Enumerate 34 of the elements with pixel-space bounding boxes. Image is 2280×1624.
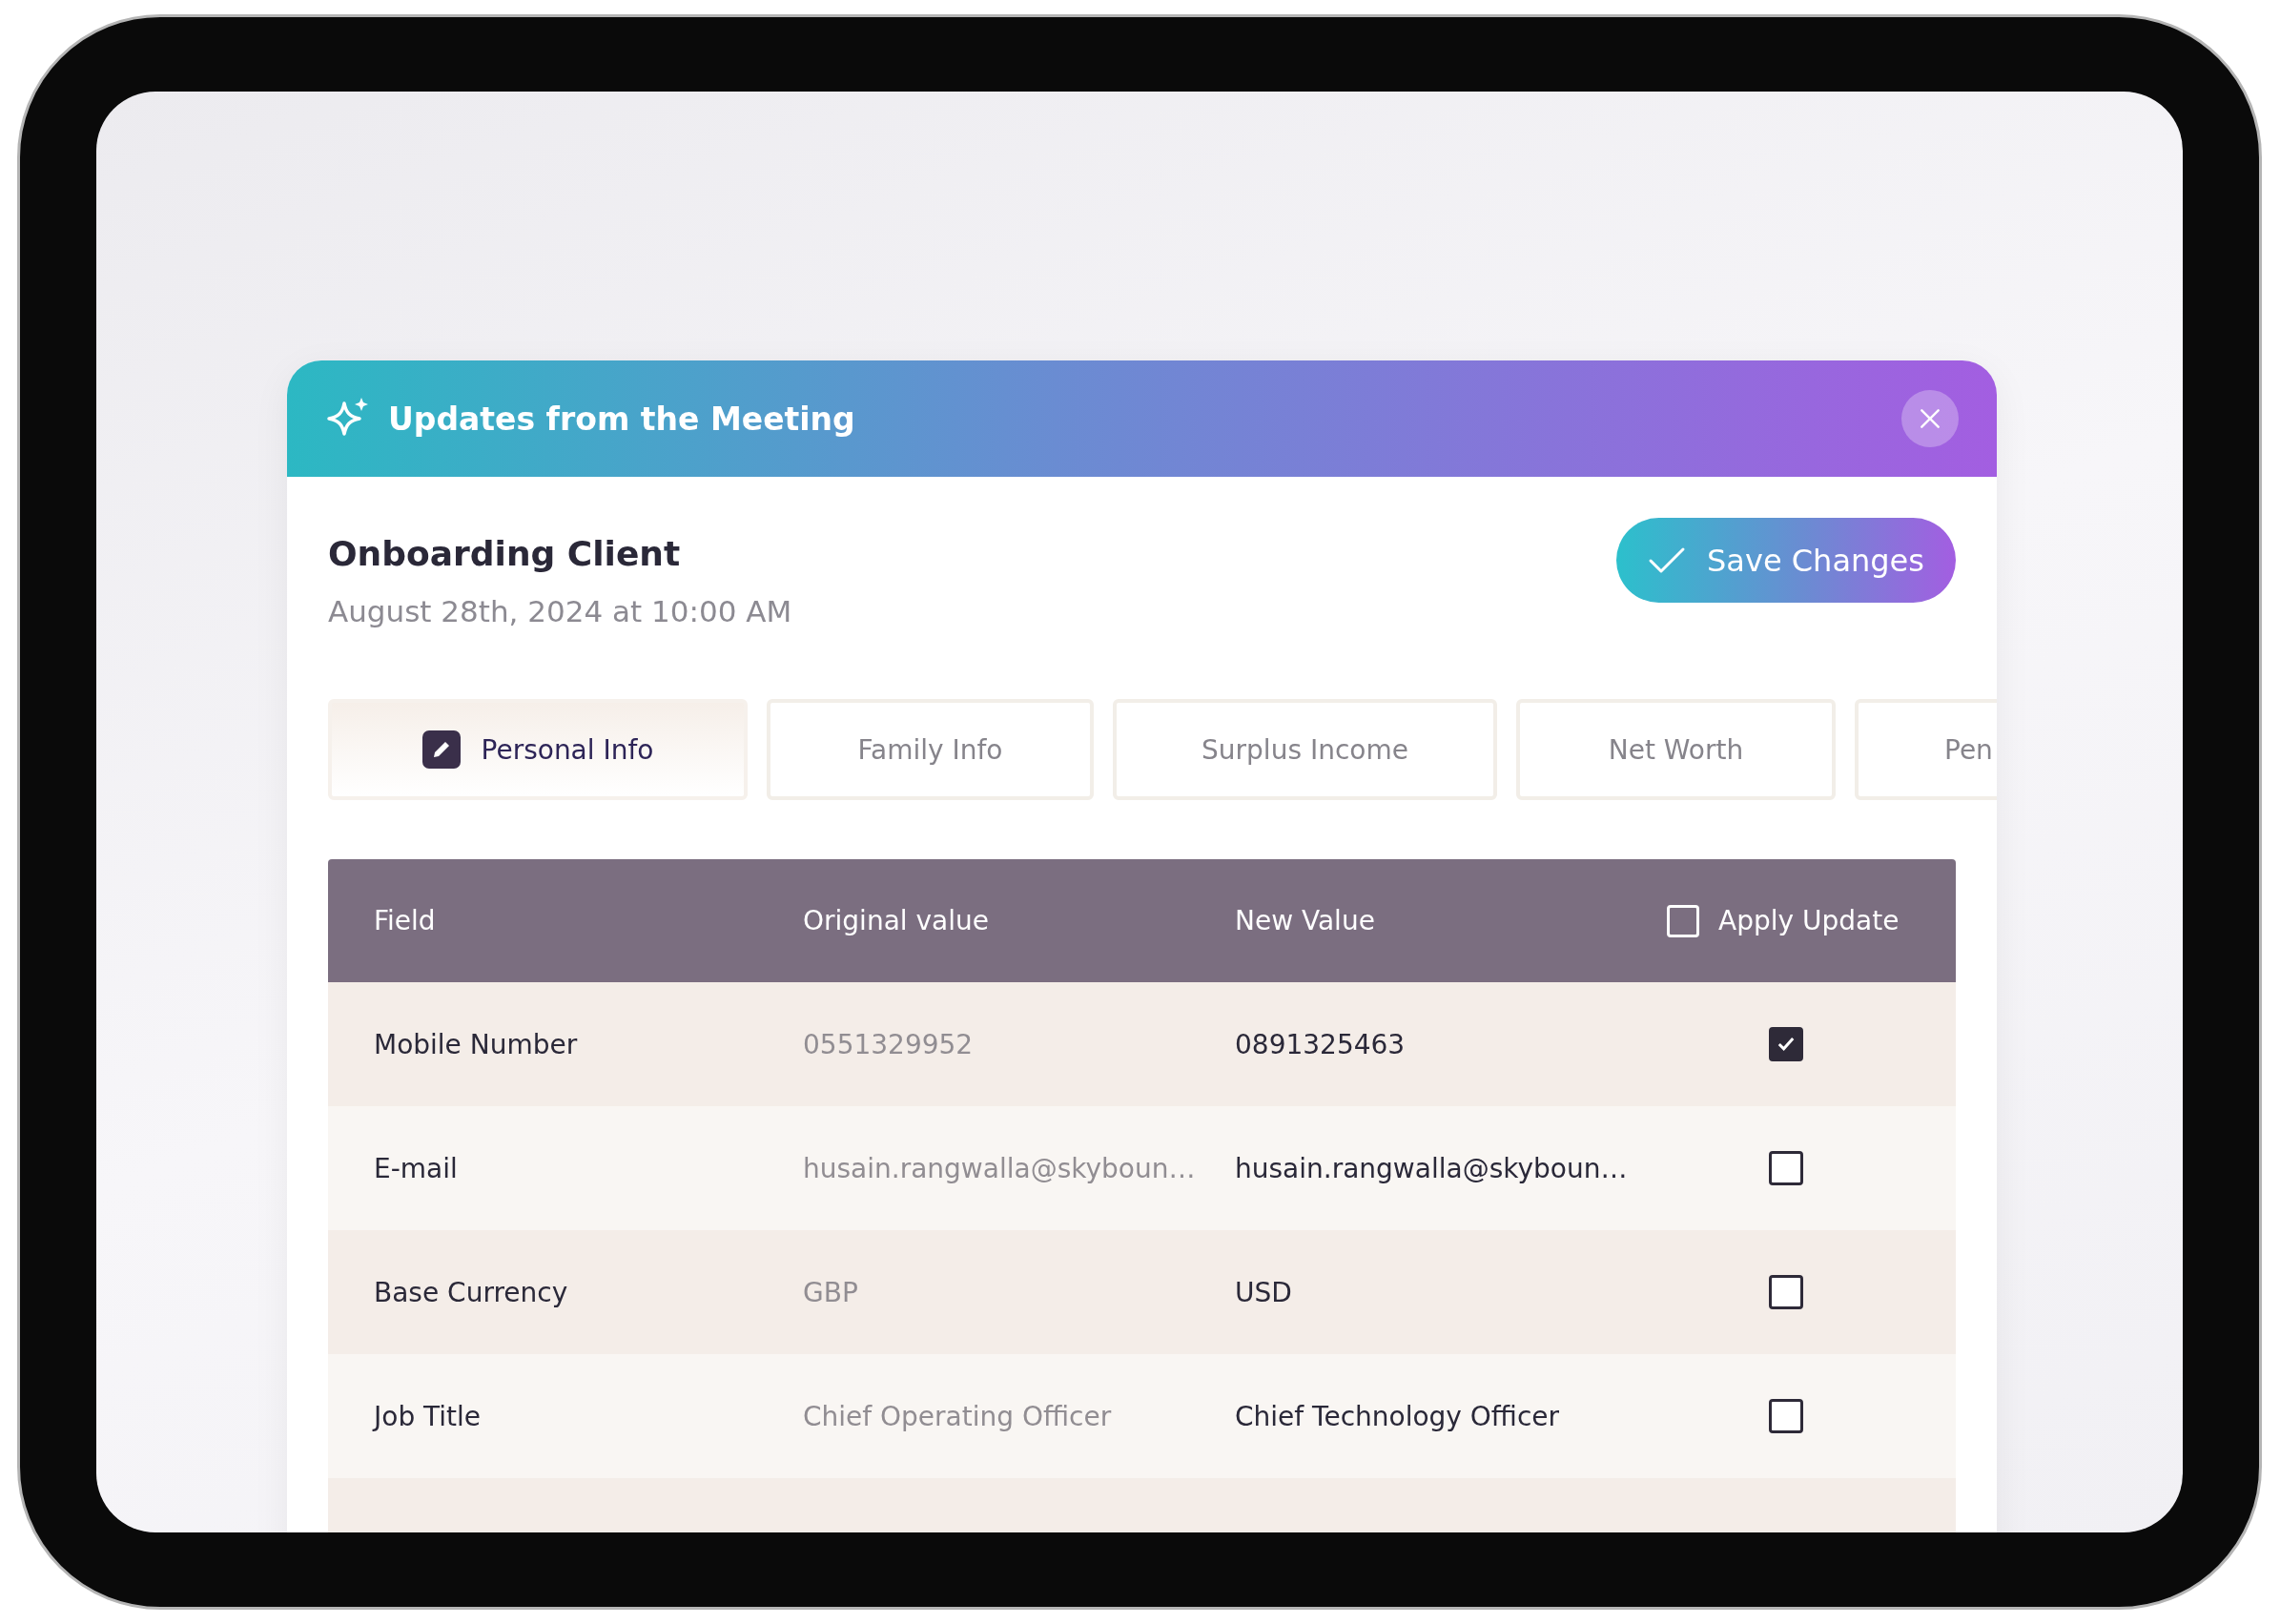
new-value: Chief Technology Officer — [1235, 1400, 1561, 1432]
field-name: Job Title — [371, 1400, 483, 1432]
checkmark-icon — [1648, 545, 1687, 575]
field-name: Base Currency — [373, 1276, 569, 1308]
original-value: husain.rangwalla@skyboun… — [803, 1152, 1197, 1184]
close-icon — [1918, 406, 1942, 431]
column-header: Apply Update — [1718, 905, 1900, 936]
tab[interactable]: Personal Info — [328, 699, 748, 800]
apply-checkbox[interactable] — [1769, 1151, 1803, 1185]
close-button[interactable] — [1901, 390, 1959, 447]
meeting-date: August 28th, 2024 at 10:00 AM — [328, 594, 792, 628]
select-all-checkbox[interactable] — [1667, 904, 1699, 937]
original-value: 0551329952 — [803, 1028, 975, 1060]
tab[interactable]: Pen — [1855, 699, 1997, 800]
new-value: 0891325463 — [1235, 1028, 1407, 1060]
column-header: Original value — [803, 905, 990, 936]
apply-checkbox[interactable] — [1769, 1275, 1803, 1309]
tab[interactable]: Net Worth — [1516, 699, 1836, 800]
column-header: Field — [373, 905, 437, 936]
save-changes-button[interactable]: Save Changes — [1616, 518, 1956, 603]
tab[interactable]: Surplus Income — [1113, 699, 1497, 800]
field-name: Mobile Number — [373, 1028, 579, 1060]
modal-title: Updates from the Meeting — [388, 400, 856, 438]
new-value: husain.rangwalla@skyboun… — [1235, 1152, 1629, 1184]
apply-checkbox[interactable] — [1769, 1399, 1803, 1433]
apply-checkbox[interactable] — [1769, 1027, 1803, 1061]
tab[interactable]: Family Info — [767, 699, 1094, 800]
field-name: E-mail — [373, 1152, 459, 1184]
original-value: Chief Operating Officer — [803, 1400, 1113, 1432]
pencil-icon — [421, 730, 461, 769]
original-value: GBP — [803, 1276, 859, 1308]
column-header: New Value — [1235, 905, 1376, 936]
new-value: USD — [1235, 1276, 1293, 1308]
client-name: Onboarding Client — [328, 534, 682, 573]
